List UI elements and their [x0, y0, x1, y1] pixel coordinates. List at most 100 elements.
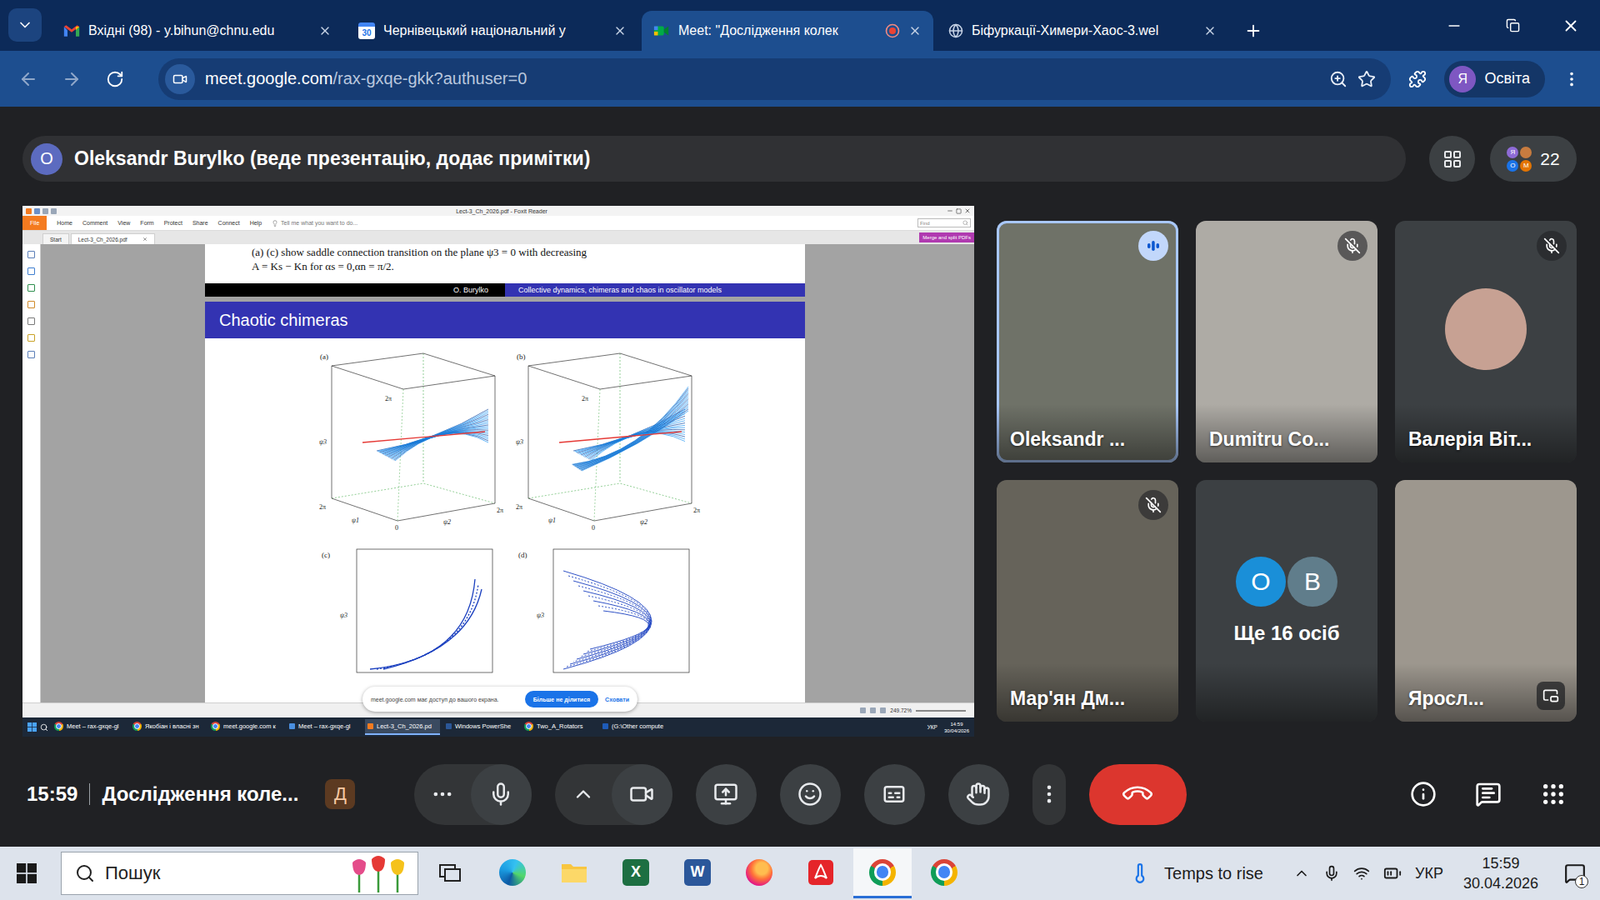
shared-taskbar-item[interactable]: Якобіан і власні зн — [130, 719, 205, 735]
chevron-up-icon[interactable] — [1293, 865, 1310, 882]
sidebar-tool-icon[interactable] — [27, 334, 35, 342]
windows-logo-icon[interactable] — [16, 863, 37, 884]
taskbar-app[interactable] — [915, 848, 974, 899]
view-mode-icon[interactable] — [880, 707, 886, 714]
close-tab-icon[interactable] — [1203, 24, 1217, 38]
taskbar-app[interactable] — [545, 848, 604, 899]
pop-out-button[interactable] — [1536, 681, 1565, 710]
forward-button[interactable] — [55, 62, 89, 96]
hide-tiles-button[interactable] — [1429, 135, 1475, 182]
ribbon-tab[interactable]: File — [22, 215, 47, 230]
profile-button[interactable]: ЯОсвіта — [1444, 60, 1545, 98]
battery-icon[interactable] — [1383, 864, 1402, 883]
wifi-icon[interactable] — [1353, 865, 1370, 882]
sidebar-tool-icon[interactable] — [27, 284, 35, 292]
extensions-button[interactable] — [1400, 62, 1435, 96]
more-options-button[interactable] — [1032, 764, 1066, 825]
participant-tile[interactable]: Мар'ян Дм... — [996, 480, 1179, 722]
audio-options-button[interactable] — [414, 764, 471, 825]
new-tab-button[interactable] — [1236, 14, 1270, 48]
taskbar-app[interactable] — [421, 848, 480, 899]
raise-hand-button[interactable] — [948, 764, 1010, 825]
reactions-button[interactable] — [780, 764, 841, 825]
ribbon-tab[interactable]: Help — [250, 215, 262, 230]
notifications-button[interactable]: 1 — [1558, 856, 1592, 890]
shared-start-icon[interactable] — [27, 722, 37, 732]
present-button[interactable] — [695, 764, 757, 825]
tell-me-field[interactable]: Tell me what you want to do... — [271, 220, 358, 227]
taskbar-app[interactable] — [483, 848, 542, 899]
shared-taskbar-item[interactable]: meet.google.com к — [208, 719, 284, 735]
taskbar-app[interactable] — [853, 848, 912, 899]
address-bar[interactable]: meet.google.com/rax-gxqe-gkk?authuser=0 — [158, 58, 1391, 100]
info-icon[interactable] — [1410, 780, 1437, 808]
maximize-icon[interactable] — [955, 208, 962, 215]
browser-menu-button[interactable] — [1555, 62, 1589, 96]
ribbon-tab[interactable]: View — [117, 215, 130, 230]
minimize-button[interactable] — [1425, 0, 1484, 51]
close-window-button[interactable] — [1541, 0, 1600, 51]
reload-button[interactable] — [98, 62, 132, 96]
meeting-title[interactable]: Дослідження коле... — [101, 782, 299, 806]
clock[interactable]: 15:5930.04.2026 — [1463, 853, 1539, 894]
activity-badge[interactable]: Д — [325, 779, 355, 810]
mic-icon[interactable] — [1323, 865, 1340, 882]
sidebar-tool-icon[interactable] — [27, 267, 35, 275]
shared-search-icon[interactable] — [40, 723, 49, 732]
ribbon-tab[interactable]: Connect — [218, 215, 240, 230]
shared-language[interactable]: УКР — [927, 724, 938, 730]
participant-tile[interactable]: Валерія Віт... — [1395, 220, 1577, 463]
browser-tab[interactable]: 30Чернівецький національний у — [346, 10, 639, 51]
activities-icon[interactable] — [1540, 780, 1567, 808]
taskbar-app[interactable] — [791, 848, 850, 899]
weather-text[interactable]: Temps to rise — [1164, 864, 1264, 884]
participant-tile[interactable]: Dumitru Co... — [1195, 220, 1378, 463]
ribbon-tab[interactable]: Home — [56, 215, 73, 230]
document-tab[interactable]: Lect-3_Ch_2026.pdf — [70, 233, 155, 245]
taskbar-app[interactable] — [730, 848, 789, 899]
bookmark-star-icon[interactable] — [1357, 70, 1376, 89]
hide-notice-button[interactable]: Сховати — [605, 696, 630, 703]
sidebar-tool-icon[interactable] — [27, 300, 35, 309]
stop-sharing-button[interactable]: Більше не ділитися — [525, 690, 599, 708]
tab-search-button[interactable] — [8, 8, 42, 42]
shared-taskbar-item[interactable]: Windows PowerShe — [443, 719, 519, 735]
chat-icon[interactable] — [1475, 780, 1502, 808]
close-tab-icon[interactable] — [318, 24, 332, 38]
document-tab[interactable]: Start — [42, 233, 70, 245]
zoom-icon[interactable] — [1329, 70, 1348, 89]
close-tab-icon[interactable] — [142, 236, 148, 242]
camera-button[interactable] — [611, 764, 673, 825]
shared-taskbar-item[interactable]: Lect-3_Ch_2026.pd — [365, 719, 440, 735]
shared-taskbar-item[interactable]: (G:\Other compute — [600, 719, 675, 735]
participants-button[interactable]: ЯOM22 — [1490, 135, 1577, 182]
leave-call-button[interactable] — [1089, 764, 1187, 825]
taskbar-app[interactable]: W — [668, 848, 727, 899]
merge-pdfs-button[interactable]: Merge and split PDFs — [919, 232, 975, 243]
ribbon-tab[interactable]: Protect — [164, 215, 183, 230]
zoom-level[interactable]: 249.72% — [890, 707, 912, 714]
browser-tab[interactable]: Біфуркації-Химери-Хаос-3.wel — [936, 10, 1229, 51]
microphone-button[interactable] — [470, 764, 532, 825]
close-tab-icon[interactable] — [908, 24, 922, 38]
ribbon-tab[interactable]: Comment — [82, 215, 108, 230]
view-mode-icon[interactable] — [860, 707, 866, 714]
back-button[interactable] — [11, 62, 45, 96]
shared-taskbar-item[interactable]: Meet – rax-gxqe-gl — [286, 719, 362, 735]
site-info-button[interactable] — [165, 64, 195, 95]
participant-tile[interactable]: Яросл... — [1395, 480, 1577, 722]
close-tab-icon[interactable] — [613, 24, 627, 38]
thermometer-icon[interactable] — [1129, 862, 1151, 885]
zoom-slider[interactable] — [915, 710, 966, 712]
find-field[interactable]: Find — [917, 218, 971, 228]
start-button[interactable] — [11, 858, 42, 889]
captions-button[interactable] — [864, 764, 925, 825]
participant-tile[interactable]: Oleksandr ... — [996, 220, 1179, 463]
minimize-icon[interactable] — [946, 207, 954, 215]
close-icon[interactable] — [964, 207, 971, 215]
video-options-button[interactable] — [555, 764, 612, 825]
browser-tab[interactable]: Meet: "Дослідження колек — [641, 10, 934, 51]
participant-tile[interactable]: OВЩе 16 осіб — [1195, 480, 1378, 722]
restore-button[interactable] — [1483, 0, 1542, 51]
view-mode-icon[interactable] — [870, 707, 876, 714]
